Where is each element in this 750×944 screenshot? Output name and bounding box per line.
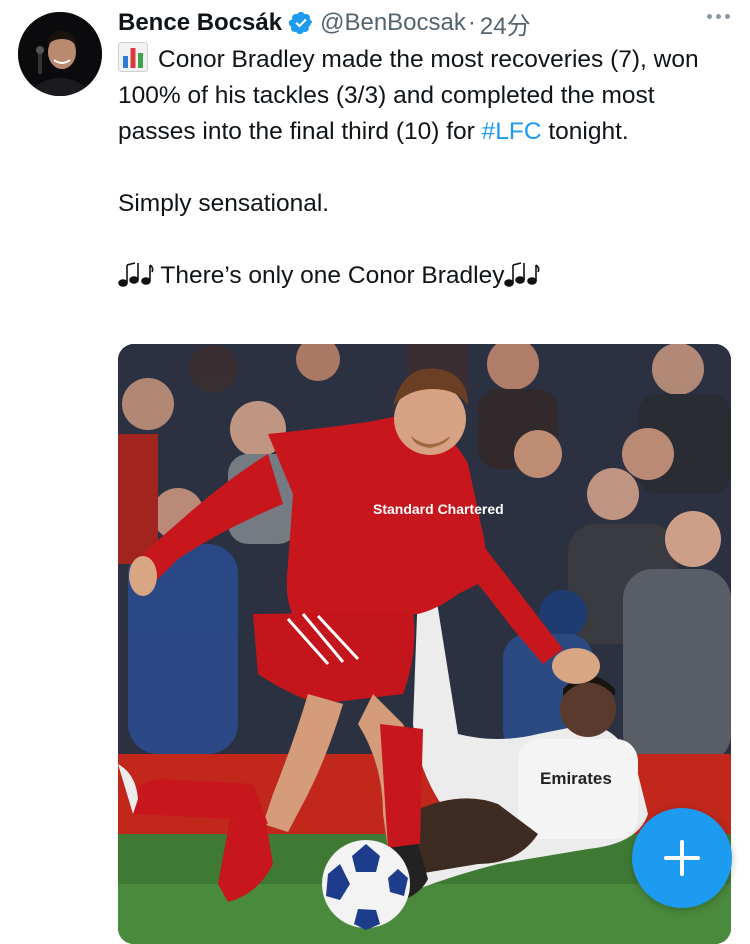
tweet-paragraph-stats: Conor Bradley made the most recoveries (… [118,42,718,150]
separator-dot: · [467,9,476,36]
plus-icon [664,840,700,876]
author-name[interactable]: Bence Bocsák [118,9,282,37]
tweet-text-end: tonight. [541,118,629,145]
tweet-text-song: There’s only one Conor Bradley [160,262,505,289]
emirates-sponsor-text: Emirates [540,769,612,788]
avatar-image [18,12,102,96]
bar-chart-emoji [118,42,148,72]
tweet-timestamp[interactable]: 24分 [480,6,531,41]
music-notes-emoji [118,260,154,288]
tweet-paragraph-sensational: Simply sensational. [118,190,330,217]
music-notes-emoji [504,260,540,288]
tweet-paragraph-song: There’s only one Conor Bradley [118,258,718,294]
more-options-icon[interactable] [707,14,730,19]
standard-chartered-text: Standard Chartered [373,501,504,517]
author-handle[interactable]: @BenBocsak [320,9,466,37]
hashtag-link[interactable]: #LFC [482,118,542,145]
compose-button[interactable] [632,808,732,908]
tweet-body: Conor Bradley made the most recoveries (… [118,42,718,294]
tweet-header: Bence Bocsák @BenBocsak · 24分 [118,6,730,40]
verified-badge-icon [288,10,314,36]
author-avatar[interactable] [18,12,102,96]
